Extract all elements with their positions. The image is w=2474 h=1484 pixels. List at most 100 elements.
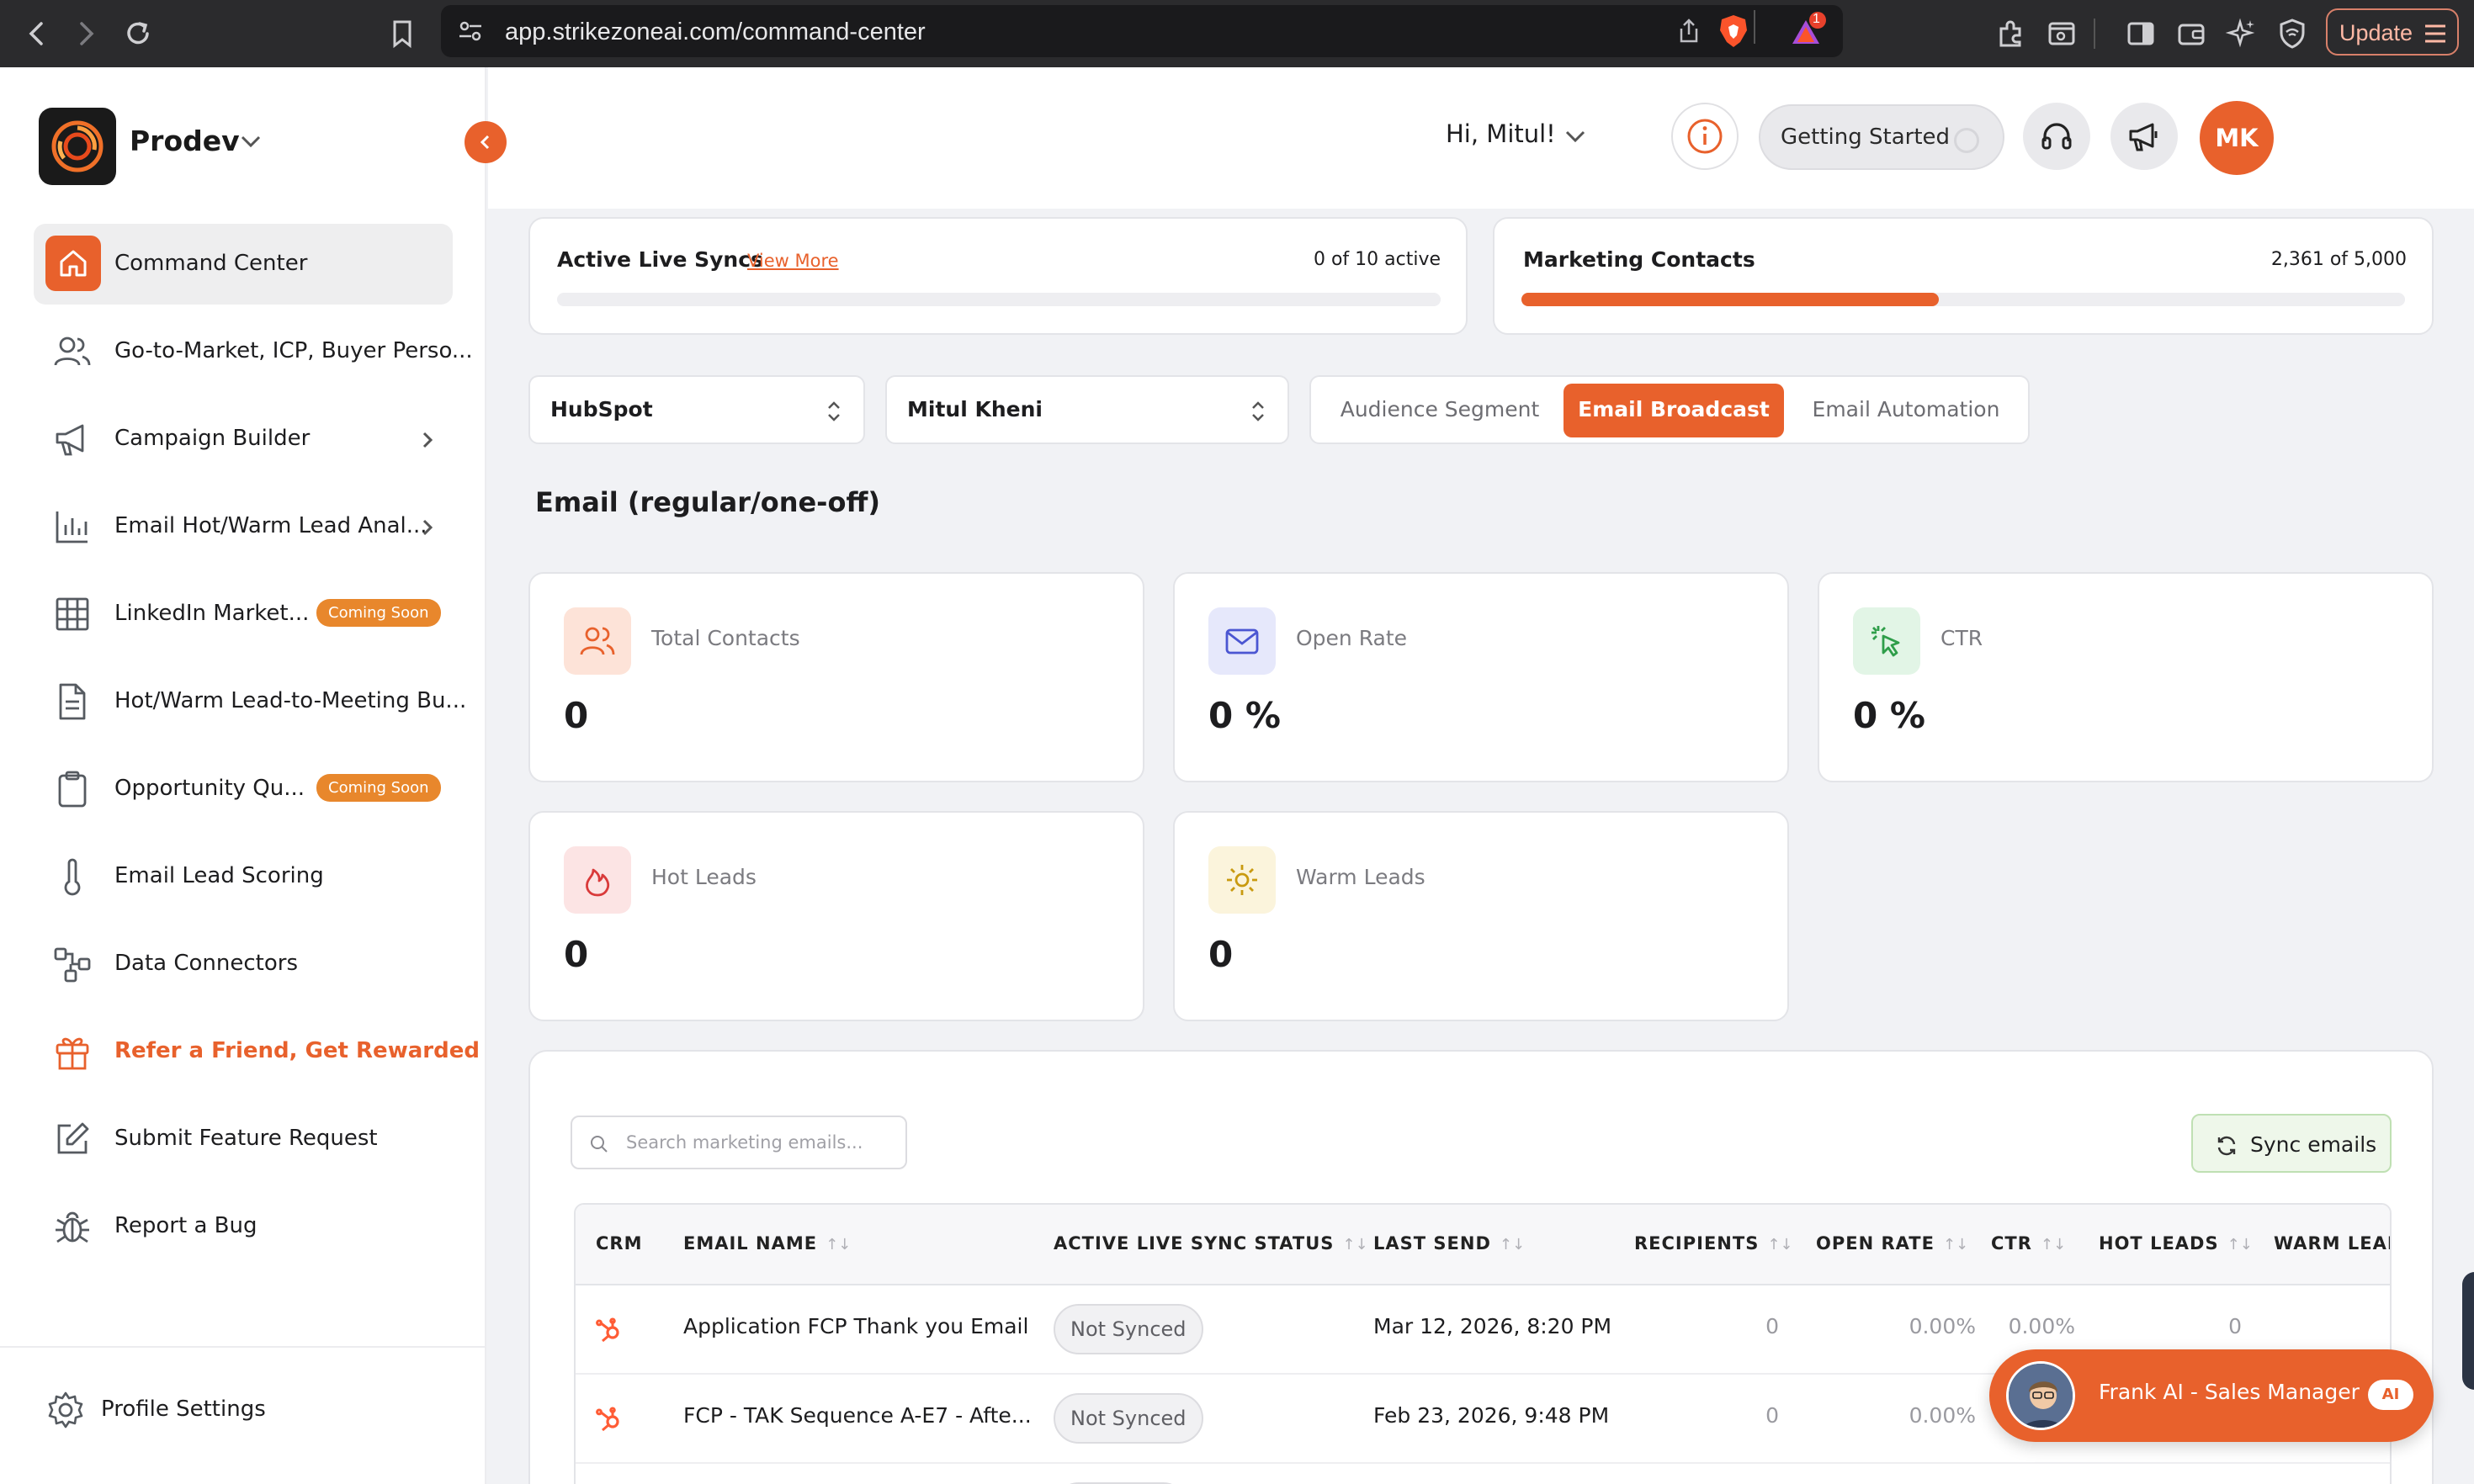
chevron-down-icon[interactable] (239, 133, 263, 150)
getting-started-button[interactable]: Getting Started (1759, 104, 2004, 170)
mail-icon (1208, 607, 1276, 675)
leo-ai-icon[interactable] (2223, 15, 2260, 52)
open-rate-card: Open Rate 0 % (1173, 572, 1789, 782)
wallet-icon[interactable] (2173, 15, 2210, 52)
tab-audience-segment[interactable]: Audience Segment (1328, 384, 1552, 437)
update-label: Update (2339, 20, 2413, 45)
users-icon (52, 331, 93, 372)
brave-shield-icon[interactable] (1717, 13, 1750, 49)
chevron-updown-icon (825, 399, 843, 424)
sidebar-item-refer-a-friend[interactable]: Refer a Friend, Get Rewarded (34, 1011, 480, 1092)
workspace-name[interactable]: Prodev (130, 125, 240, 157)
side-drawer-handle[interactable] (2462, 1272, 2474, 1390)
connectors-icon (52, 944, 93, 984)
update-button[interactable]: Update (2326, 8, 2459, 56)
sun-icon (1208, 846, 1276, 914)
stat-label: Open Rate (1296, 626, 1408, 650)
table-row[interactable] (576, 1464, 2390, 1484)
address-bar[interactable]: app.strikezoneai.com/command-center 1 (441, 5, 1843, 57)
crm-select-value: HubSpot (550, 397, 653, 421)
info-icon (1687, 119, 1723, 154)
reload-icon[interactable] (119, 15, 157, 52)
sidebar-item-lead-to-meeting[interactable]: Hot/Warm Lead-to-Meeting Bu... (34, 661, 466, 742)
contacts-count: 2,361 of 5,000 (2270, 249, 2407, 270)
brand-logo[interactable] (39, 108, 116, 185)
share-icon[interactable] (1675, 17, 1703, 45)
bookmark-icon[interactable] (384, 15, 421, 52)
tab-email-automation[interactable]: Email Automation (1794, 384, 2018, 437)
column-last-send[interactable]: LAST SEND ↑↓ (1373, 1233, 1525, 1253)
user-avatar[interactable]: MK (2200, 101, 2274, 175)
column-email-name[interactable]: EMAIL NAME ↑↓ (683, 1233, 851, 1253)
sidebar-item-label: LinkedIn Market... (114, 601, 310, 626)
frank-ai-chat-button[interactable]: Frank AI - Sales Manager AI (1989, 1349, 2434, 1442)
info-button[interactable] (1671, 103, 1739, 170)
sync-emails-button[interactable]: Sync emails (2191, 1114, 2392, 1173)
coming-soon-badge: Coming Soon (316, 599, 441, 627)
browser-toolbar: app.strikezoneai.com/command-center 1 Up… (0, 0, 2474, 67)
sidebar-toggle-icon[interactable] (2122, 15, 2159, 52)
stat-value: 0 % (1208, 695, 1281, 736)
reader-icon[interactable] (2043, 15, 2080, 52)
announcements-button[interactable] (2110, 103, 2178, 170)
column-label: RECIPIENTS (1634, 1233, 1760, 1253)
open-rate: 0.00% (1909, 1314, 1976, 1338)
forward-icon[interactable] (67, 15, 104, 52)
active-live-syncs-card: Active Live Syncs View More 0 of 10 acti… (528, 217, 1468, 335)
collapse-sidebar-button[interactable] (465, 121, 507, 163)
sidebar-item-data-connectors[interactable]: Data Connectors (34, 924, 453, 1004)
contacts-progress-bar (1521, 293, 2405, 306)
total-contacts-card: Total Contacts 0 (528, 572, 1144, 782)
column-sync-status[interactable]: ACTIVE LIVE SYNC STATUS ↑↓ (1054, 1233, 1368, 1253)
stat-value: 0 (564, 695, 589, 736)
url-text[interactable]: app.strikezoneai.com/command-center (505, 19, 926, 46)
column-open-rate[interactable]: OPEN RATE ↑↓ (1816, 1233, 1968, 1253)
card-title: Marketing Contacts (1523, 247, 1755, 272)
sidebar-item-command-center[interactable]: Command Center (34, 224, 453, 305)
stat-label: Warm Leads (1296, 865, 1425, 889)
view-more-link[interactable]: View More (747, 251, 839, 271)
sidebar-item-label: Data Connectors (114, 951, 298, 976)
last-send: Mar 12, 2026, 8:20 PM (1373, 1314, 1612, 1338)
extensions-icon[interactable] (1993, 15, 2030, 52)
column-recipients[interactable]: RECIPIENTS ↑↓ (1634, 1233, 1793, 1253)
vpn-icon[interactable] (2274, 15, 2311, 52)
sidebar-item-linkedin-market[interactable]: LinkedIn Market... Coming Soon (34, 574, 453, 655)
tab-email-broadcast[interactable]: Email Broadcast (1564, 384, 1784, 437)
sidebar-item-label: Command Center (114, 251, 308, 276)
column-label: WARM LEADS (2274, 1233, 2390, 1253)
search-input[interactable]: Search marketing emails... (571, 1116, 907, 1169)
chevron-down-icon[interactable] (1564, 128, 1587, 145)
ctr: 0.00% (2008, 1314, 2075, 1338)
open-rate: 0.00% (1909, 1403, 1976, 1428)
column-warm-leads[interactable]: WARM LEADS (2274, 1233, 2390, 1253)
sidebar-item-email-lead-scoring[interactable]: Email Lead Scoring (34, 836, 453, 917)
stat-label: CTR (1940, 626, 1983, 650)
sidebar-item-submit-feature[interactable]: Submit Feature Request (34, 1099, 453, 1179)
table-header: CRM EMAIL NAME ↑↓ ACTIVE LIVE SYNC STATUS… (576, 1205, 2390, 1285)
column-ctr[interactable]: CTR ↑↓ (1991, 1233, 2066, 1253)
hubspot-icon (594, 1403, 624, 1434)
back-icon[interactable] (19, 15, 56, 52)
stat-label: Hot Leads (651, 865, 757, 889)
sidebar-item-report-bug[interactable]: Report a Bug (34, 1186, 453, 1267)
sidebar-item-go-to-market[interactable]: Go-to-Market, ICP, Buyer Perso... (34, 311, 473, 392)
owner-select[interactable]: Mitul Kheni (885, 375, 1289, 444)
brave-rewards-icon[interactable]: 1 (1789, 12, 1826, 49)
recipients: 0 (1765, 1314, 1779, 1338)
email-name[interactable]: Application FCP Thank you Email (683, 1314, 1028, 1338)
email-name[interactable]: FCP - TAK Sequence A-E7 - Afte... (683, 1403, 1032, 1428)
site-settings-icon[interactable] (456, 17, 485, 45)
sidebar-item-campaign-builder[interactable]: Campaign Builder (34, 399, 453, 480)
column-hot-leads[interactable]: HOT LEADS ↑↓ (2099, 1233, 2253, 1253)
sidebar-item-opportunity[interactable]: Opportunity Qu... Coming Soon (34, 749, 453, 829)
crm-select[interactable]: HubSpot (528, 375, 865, 444)
coming-soon-badge: Coming Soon (316, 774, 441, 802)
sort-icon: ↑↓ (2040, 1236, 2067, 1253)
user-greeting[interactable]: Hi, Mitul! (1446, 119, 1556, 148)
megaphone-icon (52, 419, 93, 459)
support-button[interactable] (2023, 103, 2090, 170)
flame-icon (564, 846, 631, 914)
sidebar-item-email-lead-analysis[interactable]: Email Hot/Warm Lead Anal... (34, 486, 453, 567)
stat-label: Total Contacts (651, 626, 800, 650)
